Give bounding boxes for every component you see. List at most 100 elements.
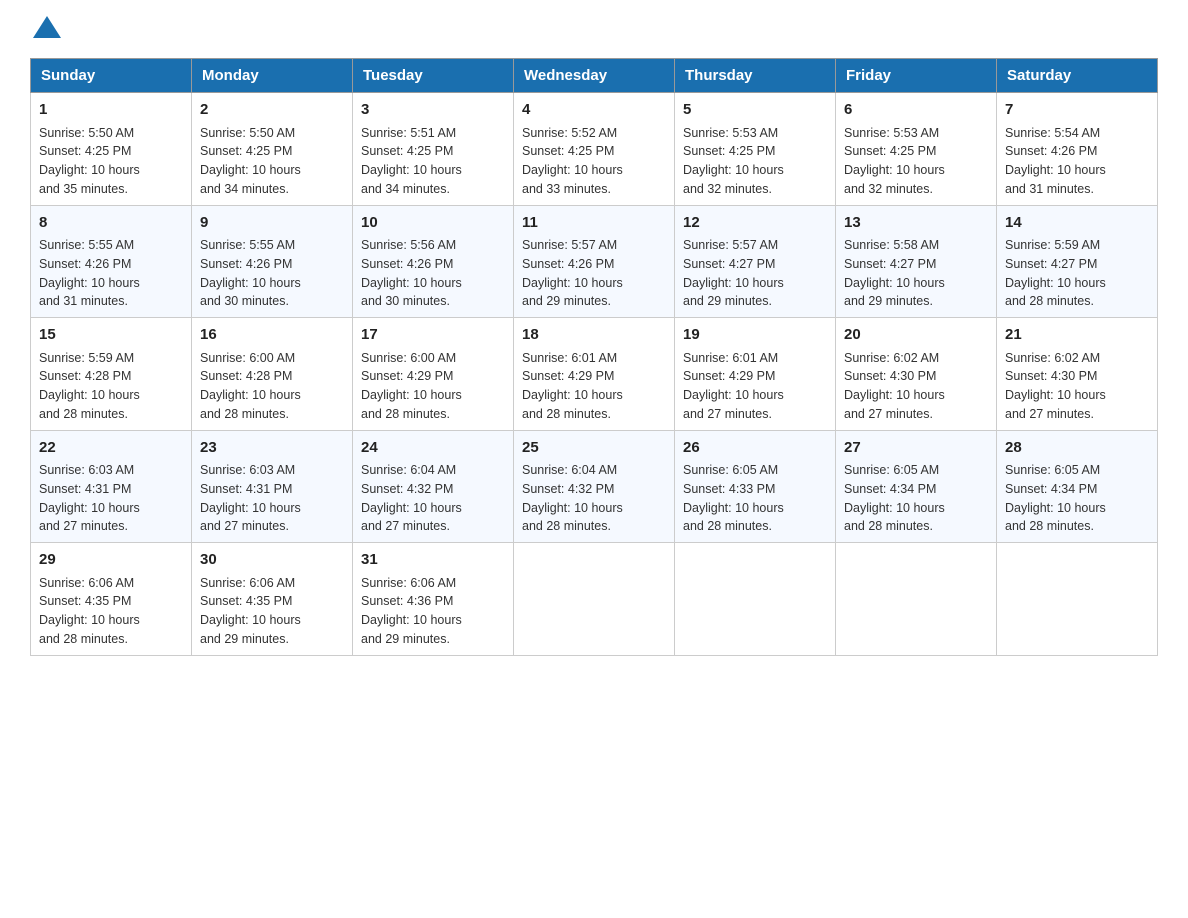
day-info: Sunrise: 6:01 AMSunset: 4:29 PMDaylight:… [522,349,666,424]
calendar-cell: 14Sunrise: 5:59 AMSunset: 4:27 PMDayligh… [997,205,1158,318]
calendar-cell: 11Sunrise: 5:57 AMSunset: 4:26 PMDayligh… [514,205,675,318]
calendar-cell: 24Sunrise: 6:04 AMSunset: 4:32 PMDayligh… [353,430,514,543]
calendar-cell: 4Sunrise: 5:52 AMSunset: 4:25 PMDaylight… [514,93,675,206]
day-number: 19 [683,324,827,347]
calendar-cell: 1Sunrise: 5:50 AMSunset: 4:25 PMDaylight… [31,93,192,206]
day-info: Sunrise: 6:03 AMSunset: 4:31 PMDaylight:… [200,461,344,536]
calendar-cell: 17Sunrise: 6:00 AMSunset: 4:29 PMDayligh… [353,318,514,431]
day-number: 16 [200,324,344,347]
calendar-cell: 6Sunrise: 5:53 AMSunset: 4:25 PMDaylight… [836,93,997,206]
header-sunday: Sunday [31,59,192,93]
calendar-week-2: 8Sunrise: 5:55 AMSunset: 4:26 PMDaylight… [31,205,1158,318]
day-number: 9 [200,212,344,235]
calendar-cell: 29Sunrise: 6:06 AMSunset: 4:35 PMDayligh… [31,543,192,656]
calendar-cell: 5Sunrise: 5:53 AMSunset: 4:25 PMDaylight… [675,93,836,206]
day-number: 13 [844,212,988,235]
calendar-cell: 23Sunrise: 6:03 AMSunset: 4:31 PMDayligh… [192,430,353,543]
day-number: 8 [39,212,183,235]
day-info: Sunrise: 6:05 AMSunset: 4:34 PMDaylight:… [844,461,988,536]
day-number: 31 [361,549,505,572]
day-number: 23 [200,437,344,460]
header-saturday: Saturday [997,59,1158,93]
calendar-cell [675,543,836,656]
day-info: Sunrise: 6:03 AMSunset: 4:31 PMDaylight:… [39,461,183,536]
day-number: 4 [522,99,666,122]
header-tuesday: Tuesday [353,59,514,93]
calendar-cell [514,543,675,656]
calendar-cell: 13Sunrise: 5:58 AMSunset: 4:27 PMDayligh… [836,205,997,318]
day-info: Sunrise: 5:50 AMSunset: 4:25 PMDaylight:… [39,124,183,199]
day-number: 2 [200,99,344,122]
day-info: Sunrise: 5:58 AMSunset: 4:27 PMDaylight:… [844,236,988,311]
day-number: 30 [200,549,344,572]
calendar-cell: 25Sunrise: 6:04 AMSunset: 4:32 PMDayligh… [514,430,675,543]
day-number: 28 [1005,437,1149,460]
calendar-week-1: 1Sunrise: 5:50 AMSunset: 4:25 PMDaylight… [31,93,1158,206]
calendar-cell: 12Sunrise: 5:57 AMSunset: 4:27 PMDayligh… [675,205,836,318]
calendar-cell: 27Sunrise: 6:05 AMSunset: 4:34 PMDayligh… [836,430,997,543]
calendar-table: SundayMondayTuesdayWednesdayThursdayFrid… [30,58,1158,656]
calendar-cell [997,543,1158,656]
day-number: 22 [39,437,183,460]
day-number: 20 [844,324,988,347]
calendar-cell: 3Sunrise: 5:51 AMSunset: 4:25 PMDaylight… [353,93,514,206]
calendar-cell: 19Sunrise: 6:01 AMSunset: 4:29 PMDayligh… [675,318,836,431]
day-number: 26 [683,437,827,460]
header-thursday: Thursday [675,59,836,93]
day-number: 27 [844,437,988,460]
calendar-cell: 7Sunrise: 5:54 AMSunset: 4:26 PMDaylight… [997,93,1158,206]
day-info: Sunrise: 5:59 AMSunset: 4:28 PMDaylight:… [39,349,183,424]
day-number: 7 [1005,99,1149,122]
day-number: 24 [361,437,505,460]
calendar-cell: 9Sunrise: 5:55 AMSunset: 4:26 PMDaylight… [192,205,353,318]
logo-triangle-icon [33,16,61,38]
day-number: 29 [39,549,183,572]
day-number: 15 [39,324,183,347]
day-number: 25 [522,437,666,460]
day-info: Sunrise: 5:55 AMSunset: 4:26 PMDaylight:… [39,236,183,311]
day-number: 14 [1005,212,1149,235]
calendar-cell: 21Sunrise: 6:02 AMSunset: 4:30 PMDayligh… [997,318,1158,431]
day-info: Sunrise: 5:51 AMSunset: 4:25 PMDaylight:… [361,124,505,199]
day-number: 6 [844,99,988,122]
day-number: 5 [683,99,827,122]
day-info: Sunrise: 6:05 AMSunset: 4:34 PMDaylight:… [1005,461,1149,536]
day-info: Sunrise: 5:53 AMSunset: 4:25 PMDaylight:… [683,124,827,199]
day-number: 12 [683,212,827,235]
day-info: Sunrise: 6:06 AMSunset: 4:35 PMDaylight:… [200,574,344,649]
day-info: Sunrise: 6:06 AMSunset: 4:36 PMDaylight:… [361,574,505,649]
day-info: Sunrise: 5:57 AMSunset: 4:26 PMDaylight:… [522,236,666,311]
day-info: Sunrise: 6:04 AMSunset: 4:32 PMDaylight:… [522,461,666,536]
day-number: 1 [39,99,183,122]
header-monday: Monday [192,59,353,93]
day-info: Sunrise: 6:02 AMSunset: 4:30 PMDaylight:… [1005,349,1149,424]
day-number: 10 [361,212,505,235]
day-number: 18 [522,324,666,347]
calendar-cell: 31Sunrise: 6:06 AMSunset: 4:36 PMDayligh… [353,543,514,656]
day-number: 3 [361,99,505,122]
logo [30,20,63,38]
calendar-cell: 8Sunrise: 5:55 AMSunset: 4:26 PMDaylight… [31,205,192,318]
calendar-cell: 28Sunrise: 6:05 AMSunset: 4:34 PMDayligh… [997,430,1158,543]
day-info: Sunrise: 5:54 AMSunset: 4:26 PMDaylight:… [1005,124,1149,199]
calendar-cell: 26Sunrise: 6:05 AMSunset: 4:33 PMDayligh… [675,430,836,543]
calendar-week-3: 15Sunrise: 5:59 AMSunset: 4:28 PMDayligh… [31,318,1158,431]
calendar-cell: 30Sunrise: 6:06 AMSunset: 4:35 PMDayligh… [192,543,353,656]
day-info: Sunrise: 6:00 AMSunset: 4:29 PMDaylight:… [361,349,505,424]
header-wednesday: Wednesday [514,59,675,93]
calendar-cell: 2Sunrise: 5:50 AMSunset: 4:25 PMDaylight… [192,93,353,206]
day-number: 21 [1005,324,1149,347]
calendar-cell: 22Sunrise: 6:03 AMSunset: 4:31 PMDayligh… [31,430,192,543]
day-info: Sunrise: 5:59 AMSunset: 4:27 PMDaylight:… [1005,236,1149,311]
day-info: Sunrise: 6:04 AMSunset: 4:32 PMDaylight:… [361,461,505,536]
day-info: Sunrise: 6:02 AMSunset: 4:30 PMDaylight:… [844,349,988,424]
day-info: Sunrise: 5:53 AMSunset: 4:25 PMDaylight:… [844,124,988,199]
calendar-cell: 16Sunrise: 6:00 AMSunset: 4:28 PMDayligh… [192,318,353,431]
page-header [30,20,1158,38]
day-number: 17 [361,324,505,347]
day-info: Sunrise: 6:05 AMSunset: 4:33 PMDaylight:… [683,461,827,536]
calendar-cell: 10Sunrise: 5:56 AMSunset: 4:26 PMDayligh… [353,205,514,318]
day-info: Sunrise: 6:00 AMSunset: 4:28 PMDaylight:… [200,349,344,424]
day-info: Sunrise: 5:57 AMSunset: 4:27 PMDaylight:… [683,236,827,311]
calendar-cell: 15Sunrise: 5:59 AMSunset: 4:28 PMDayligh… [31,318,192,431]
